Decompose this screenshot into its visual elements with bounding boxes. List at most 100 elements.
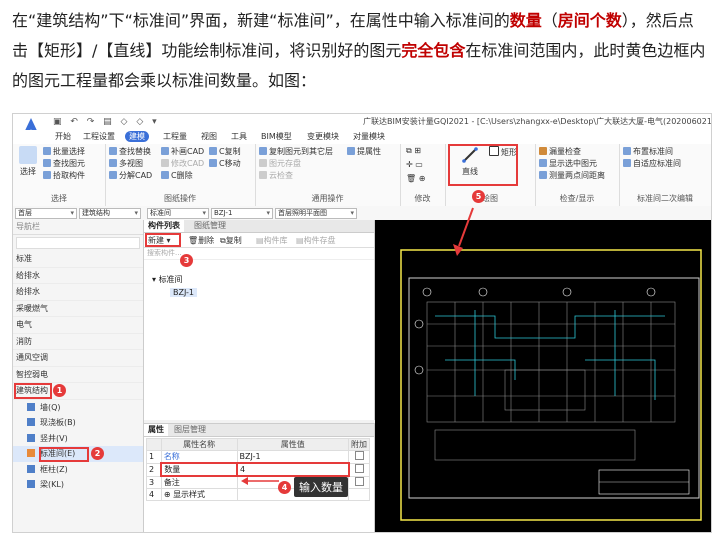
header-prop-value: 属性值 [236, 438, 350, 451]
nav-sub-column[interactable]: 框柱(Z) [13, 462, 143, 478]
plan-select[interactable]: 首层照明平面图 [275, 208, 357, 219]
menu-bar: 开始 工程设置 建模 工程量 视图 工具 BIM模型 变更模块 对量模块 [13, 130, 711, 144]
extract-attr-button[interactable]: 提属性 [347, 146, 381, 157]
nav-item-plumbing[interactable]: 给排水 [13, 284, 143, 301]
place-std-room-button[interactable]: 布置标准间 [623, 146, 673, 157]
header-extra: 附加 [348, 438, 370, 451]
item-select[interactable]: BZJ-1 [211, 208, 273, 219]
multi-view-button[interactable]: 多视图 [109, 158, 143, 169]
menu-quantities[interactable]: 工程量 [159, 131, 191, 142]
cad-delete-button[interactable]: C删除 [161, 170, 193, 181]
component-list-panel: 构件列表 图纸管理 新建 ▾ 🗑删除 ⧉复制 ▤构件库 ▤构件存盘 搜索构件..… [144, 220, 375, 420]
prop-display-style-label[interactable]: ⊕ 显示样式 [160, 488, 238, 501]
tab-drawing-management[interactable]: 图纸管理 [190, 220, 230, 232]
tab-layer-management[interactable]: 图层管理 [170, 424, 210, 436]
copy-icon[interactable]: ⧉ ⊞ [406, 146, 421, 156]
pick-component-button[interactable]: 拾取构件 [43, 170, 85, 181]
nav-sub-slab[interactable]: 现浇板(B) [13, 415, 143, 431]
menu-bim-model[interactable]: BIM模型 [257, 131, 296, 142]
component-save-button[interactable]: ▤构件存盘 [296, 235, 336, 246]
menu-compare-module[interactable]: 对量模块 [349, 131, 389, 142]
copy-button[interactable]: ⧉复制 [220, 235, 242, 246]
group-label-drawing-ops: 图纸操作 [164, 194, 196, 203]
step-badge-2: 2 [91, 447, 104, 460]
extra-checkbox-3[interactable] [354, 476, 364, 486]
measure-distance-button[interactable]: 测量两点间距离 [539, 170, 605, 181]
step-badge-1: 1 [53, 384, 66, 397]
beam-icon [27, 480, 35, 488]
copy-to-floor-button[interactable]: 复制图元到其它层 [259, 146, 333, 157]
menu-tools[interactable]: 工具 [227, 131, 251, 142]
delete-button[interactable]: 🗑删除 [188, 235, 214, 246]
tree-item-bzj1[interactable]: BZJ-1 [170, 288, 198, 297]
type-select[interactable]: 标准间 [147, 208, 209, 219]
group-label-check: 检查/显示 [559, 194, 595, 203]
cad-move-button[interactable]: C移动 [209, 158, 241, 169]
nav-item-building-structure[interactable]: 建筑结构 1 [13, 383, 143, 400]
extra-checkbox-2[interactable] [354, 464, 364, 473]
prop-qty-label: 数量 [160, 462, 239, 477]
header-prop-name: 属性名称 [160, 438, 238, 451]
menu-change-module[interactable]: 变更模块 [303, 131, 343, 142]
tree-root[interactable]: ▾ 标准间 [152, 274, 183, 285]
nav-item-heating[interactable]: 采暖燃气 [13, 301, 143, 317]
adaptive-std-room-button[interactable]: 自适应标准间 [623, 158, 681, 169]
nav-search-input[interactable] [16, 237, 140, 249]
prop-qty-input[interactable]: 4 [236, 462, 350, 477]
extra-checkbox-1[interactable] [354, 451, 364, 461]
group-label-general: 通用操作 [311, 194, 344, 203]
nav-item-standard[interactable]: 标准 [13, 251, 143, 268]
app-title: 广联达BIM安装计量GQI2021 - [C:\Users\zhangxx-e\… [363, 117, 712, 126]
tab-properties[interactable]: 属性 [144, 424, 168, 436]
ribbon-group-drawing-ops: 查找替换 多视图 分解CAD 补画CAD 修改CAD C删除 C复制 C移动 图… [105, 144, 256, 206]
prop-name-value[interactable]: BZJ-1 [236, 450, 350, 464]
category-select[interactable]: 建筑结构 [79, 208, 141, 219]
select-button[interactable]: 选择 [17, 146, 39, 177]
nav-sub-shaft[interactable]: 竖井(V) [13, 431, 143, 447]
find-element-button[interactable]: 查找图元 [43, 158, 85, 169]
nav-sub-beam[interactable]: 梁(KL) [13, 477, 143, 493]
input-qty-callout: 输入数量 [294, 477, 348, 497]
nav-item-hvac[interactable]: 通风空调 [13, 350, 143, 367]
step-badge-5: 5 [472, 190, 485, 203]
nav-sub-wall[interactable]: 墙(Q) [13, 400, 143, 416]
delete-icon[interactable]: 🗑 ⊕ [406, 174, 425, 183]
batch-select-button[interactable]: 批量选择 [43, 146, 85, 157]
cursor-icon [19, 146, 37, 164]
cloud-check-button[interactable]: 云检查 [259, 170, 293, 181]
component-search-input[interactable]: 搜索构件... [144, 248, 374, 260]
menu-project-settings[interactable]: 工程设置 [79, 131, 119, 142]
missing-check-button[interactable]: 漏量检查 [539, 146, 581, 157]
cad-canvas[interactable] [375, 220, 711, 532]
cad-copy-button[interactable]: C复制 [209, 146, 241, 157]
tab-component-list[interactable]: 构件列表 [144, 220, 184, 232]
quick-access-icons[interactable]: ▣ ↶ ↷ ▤ ◇ ◇ ▾ [53, 117, 160, 127]
nav-item-fire[interactable]: 消防 [13, 334, 143, 350]
component-library-button[interactable]: ▤构件库 [256, 235, 288, 246]
modify-cad-button[interactable]: 修改CAD [161, 158, 204, 169]
nav-item-weak-current[interactable]: 智控弱电 [13, 367, 143, 383]
app-screenshot: ▣ ↶ ↷ ▤ ◇ ◇ ▾ 广联达BIM安装计量GQI2021 - [C:\Us… [12, 113, 712, 533]
slab-icon [27, 418, 35, 426]
find-replace-button[interactable]: 查找替换 [109, 146, 151, 157]
group-label-modify: 修改 [414, 194, 431, 203]
move-icon[interactable]: ✛ ▭ [406, 160, 423, 169]
group-label-draw: 绘图 [482, 194, 498, 203]
floor-select[interactable]: 首层 [15, 208, 77, 219]
menu-view[interactable]: 视图 [197, 131, 221, 142]
article-text-1: 在“建筑结构”下“标准间”界面，新建“标准间”，在属性中输入标准间的 [12, 11, 510, 30]
nav-item-water[interactable]: 给排水 [13, 268, 143, 284]
menu-start[interactable]: 开始 [51, 131, 75, 142]
group-label-std-room: 标准间二次编辑 [637, 194, 693, 203]
draw-cad-button[interactable]: 补画CAD [161, 146, 204, 157]
nav-item-electrical[interactable]: 电气 [13, 317, 143, 334]
menu-modeling[interactable]: 建模 [125, 131, 149, 142]
step-badge-3: 3 [180, 254, 193, 267]
save-element-button[interactable]: 图元存盘 [259, 158, 301, 169]
show-selected-button[interactable]: 显示选中图元 [539, 158, 597, 169]
toolbar-selectors: 首层 建筑结构 标准间 BZJ-1 首层照明平面图 [13, 206, 711, 221]
batch-select-icon [43, 147, 51, 155]
nav-sub-std-room[interactable]: 标准间(E) 2 [13, 446, 143, 462]
highlight-std-room [39, 447, 89, 462]
explode-cad-button[interactable]: 分解CAD [109, 170, 152, 181]
